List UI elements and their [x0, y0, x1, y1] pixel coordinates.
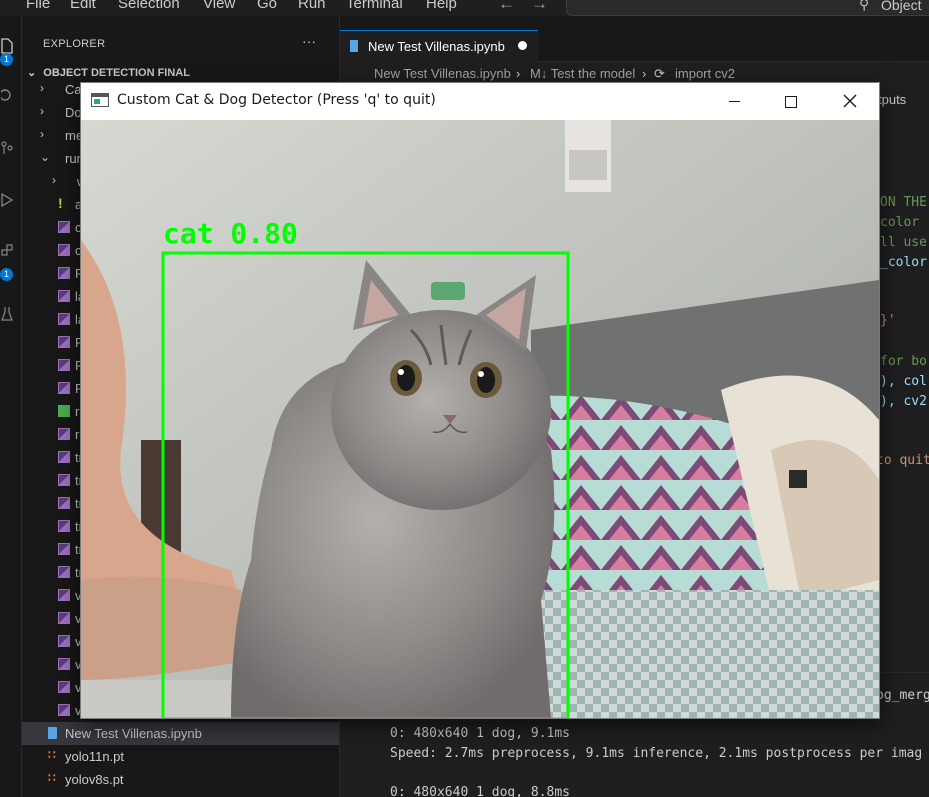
image-file-icon [58, 589, 70, 601]
menu-selection[interactable]: Selection [118, 0, 180, 12]
explorer-title: EXPLORER [43, 38, 106, 50]
code-fragment: ), col [880, 374, 927, 389]
search-text: Object [881, 0, 922, 13]
notebook-icon [350, 40, 358, 52]
output-line: Speed: 2.7ms preprocess, 9.1ms inference… [390, 746, 923, 761]
code-fragment: ll use [880, 235, 927, 250]
more-actions-icon[interactable]: ··· [302, 33, 316, 49]
tree-item-label: yolo11n.pt [65, 749, 125, 764]
code-fragment: ON THE [880, 195, 927, 210]
rss-file-icon: ∷ [48, 771, 56, 785]
menu-edit[interactable]: Edit [70, 0, 96, 12]
output-line: og_merg [876, 688, 929, 703]
rss-file-icon: ∷ [48, 748, 56, 762]
maximize-icon[interactable] [767, 87, 813, 117]
image-file-icon [58, 221, 70, 233]
source-control-icon[interactable] [0, 140, 14, 156]
image-file-icon [58, 566, 70, 578]
chevron-down-icon: ⌄ [40, 150, 51, 164]
tree-item[interactable]: ∷ yolov8s.pt [22, 768, 339, 791]
image-file-icon [58, 290, 70, 302]
menu-go[interactable]: Go [257, 0, 277, 12]
testing-icon[interactable] [0, 306, 14, 322]
code-fragment: _color [880, 255, 927, 270]
breadcrumb-file[interactable]: New Test Villenas.ipynb [374, 66, 511, 81]
image-file-icon [58, 382, 70, 394]
output-line: 0: 480x640 1 dog, 9.1ms [390, 726, 571, 741]
window-app-icon [91, 93, 109, 107]
extensions-badge: 1 [0, 268, 13, 281]
tab-label: New Test Villenas.ipynb [368, 39, 505, 54]
close-icon[interactable] [827, 87, 873, 117]
tree-item-label: yolov8s.pt [65, 772, 124, 787]
menu-view[interactable]: View [203, 0, 235, 12]
image-file-icon [58, 704, 70, 716]
detection-label: cat 0.80 [163, 217, 298, 250]
csv-file-icon [58, 405, 70, 417]
activity-bar: 1 1 [0, 16, 22, 797]
window-title-bar[interactable]: Custom Cat & Dog Detector (Press 'q' to … [81, 83, 879, 120]
chevron-right-icon: › [40, 81, 44, 95]
menu-run[interactable]: Run [298, 0, 326, 12]
outputs-toolbar-button[interactable]: tputs [878, 92, 906, 107]
tree-item-label: New Test Villenas.ipynb [65, 726, 202, 741]
breadcrumb-cell[interactable]: import cv2 [675, 66, 735, 81]
opencv-window[interactable]: Custom Cat & Dog Detector (Press 'q' to … [80, 82, 880, 719]
explorer-icon[interactable] [0, 38, 14, 54]
image-file-icon [58, 612, 70, 624]
unsaved-dot-icon[interactable] [518, 41, 527, 50]
search-icon[interactable] [0, 88, 14, 104]
explorer-badge: 1 [0, 53, 13, 66]
cell-refresh-icon: ⟳ [654, 66, 665, 81]
run-debug-icon[interactable] [0, 192, 14, 208]
image-file-icon [58, 474, 70, 486]
code-fragment: }' [880, 313, 896, 328]
breadcrumb-chevron-icon: › [516, 66, 521, 81]
breadcrumb-section[interactable]: M↓ Test the model [530, 66, 635, 81]
search-icon: ⚲ [859, 0, 870, 12]
image-file-icon [58, 658, 70, 670]
notebook-file-icon [48, 727, 57, 739]
menu-file[interactable]: File [26, 0, 50, 12]
image-file-icon [58, 543, 70, 555]
camera-image: cat 0.80 [81, 120, 879, 718]
image-file-icon [58, 267, 70, 279]
image-file-icon [58, 681, 70, 693]
code-fragment: to quit [876, 453, 929, 468]
command-center-search[interactable]: ⚲ Object [566, 0, 929, 16]
menu-terminal[interactable]: Terminal [346, 0, 403, 12]
menu-bar: File Edit Selection View Go Run Terminal… [0, 0, 929, 16]
image-file-icon [58, 359, 70, 371]
image-file-icon [58, 451, 70, 463]
code-fragment: color [880, 215, 920, 230]
tree-item[interactable]: New Test Villenas.ipynb [22, 722, 339, 745]
tree-item[interactable]: ∷ yolo11n.pt [22, 745, 339, 768]
window-title: Custom Cat & Dog Detector (Press 'q' to … [117, 92, 436, 108]
webcam-frame: cat 0.80 [81, 120, 879, 718]
image-file-icon [58, 635, 70, 647]
code-fragment: for bo [880, 354, 927, 369]
image-file-icon [58, 336, 70, 348]
minimize-icon[interactable] [711, 87, 757, 117]
output-line: 0: 480x640 1 dog, 8.8ms [390, 785, 571, 797]
chevron-right-icon: › [40, 127, 44, 141]
breadcrumb-chevron-icon: › [642, 66, 647, 81]
image-file-icon [58, 497, 70, 509]
tab-new-test-villenas[interactable]: New Test Villenas.ipynb [340, 30, 538, 62]
arrow-right-icon[interactable]: → [531, 0, 548, 14]
chevron-right-icon: › [52, 173, 56, 187]
editor-tab-bar: New Test Villenas.ipynb [340, 16, 929, 62]
menu-help[interactable]: Help [426, 0, 457, 12]
image-file-icon [58, 313, 70, 325]
extensions-icon[interactable] [0, 243, 14, 259]
code-fragment: ), cv2 [880, 394, 927, 409]
image-file-icon [58, 520, 70, 532]
image-file-icon [58, 244, 70, 256]
chevron-right-icon: › [40, 104, 44, 118]
arrow-left-icon[interactable]: ← [498, 0, 515, 14]
image-file-icon [58, 428, 70, 440]
yaml-file-icon: ! [58, 195, 63, 211]
